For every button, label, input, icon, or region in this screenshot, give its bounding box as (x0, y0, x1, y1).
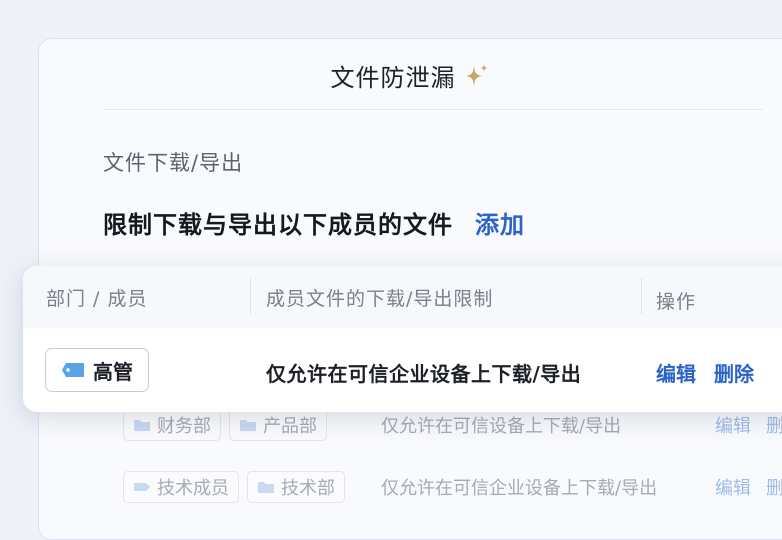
folder-icon (258, 482, 274, 493)
department-tag[interactable]: 财务部 (123, 409, 221, 441)
title-divider (103, 109, 763, 110)
department-tag[interactable]: 产品部 (229, 409, 327, 441)
column-divider[interactable] (641, 278, 642, 314)
column-header-member: 部门 / 成员 (46, 288, 148, 310)
restrict-description: 限制下载与导出以下成员的文件 (103, 211, 453, 239)
folder-icon (240, 420, 256, 431)
table-row: 财务部 产品部 仅允许在可信设备上下载/导出 编辑 删 (123, 408, 782, 442)
department-tag[interactable]: 技术部 (247, 471, 345, 503)
tag-label: 高管 (93, 359, 133, 384)
restriction-text: 仅允许在可信设备上下载/导出 (381, 416, 622, 437)
tag-label: 产品部 (263, 416, 317, 437)
delete-button[interactable]: 删 (766, 412, 782, 438)
delete-button[interactable]: 删除 (714, 358, 754, 387)
member-tag[interactable]: 技术成员 (123, 471, 239, 503)
edit-button[interactable]: 编辑 (715, 474, 751, 500)
tag-label: 技术部 (281, 478, 335, 499)
sparkle-icon (465, 64, 488, 86)
title-row: 文件防泄漏 (39, 39, 781, 111)
restriction-text: 仅允许在可信企业设备上下载/导出 (266, 362, 582, 386)
member-tag-executives[interactable]: 高管 (45, 348, 149, 392)
section-label: 文件下载/导出 (103, 151, 244, 175)
add-button[interactable]: 添加 (475, 205, 525, 240)
label-tag-icon (62, 363, 84, 377)
folder-icon (134, 420, 150, 431)
restriction-text: 仅允许在可信企业设备上下载/导出 (381, 478, 658, 499)
tag-label: 财务部 (157, 416, 211, 437)
panel-title: 文件防泄漏 (330, 63, 456, 92)
column-header-restriction: 成员文件的下载/导出限制 (266, 288, 494, 310)
table-header: 部门 / 成员 成员文件的下载/导出限制 操作 (23, 266, 782, 328)
table-row: 技术成员 技术部 仅允许在可信企业设备上下载/导出 编辑 删 (123, 470, 782, 504)
column-divider[interactable] (250, 278, 251, 314)
restriction-table-card: 部门 / 成员 成员文件的下载/导出限制 操作 高管 仅允许在可信企业设备上下载… (23, 266, 782, 412)
label-tag-icon (134, 483, 150, 491)
tag-label: 技术成员 (157, 478, 229, 499)
edit-button[interactable]: 编辑 (656, 358, 696, 387)
column-header-actions: 操作 (656, 291, 697, 313)
restrict-row: 限制下载与导出以下成员的文件 添加 (103, 205, 525, 240)
delete-button[interactable]: 删 (766, 474, 782, 500)
edit-button[interactable]: 编辑 (715, 412, 751, 438)
